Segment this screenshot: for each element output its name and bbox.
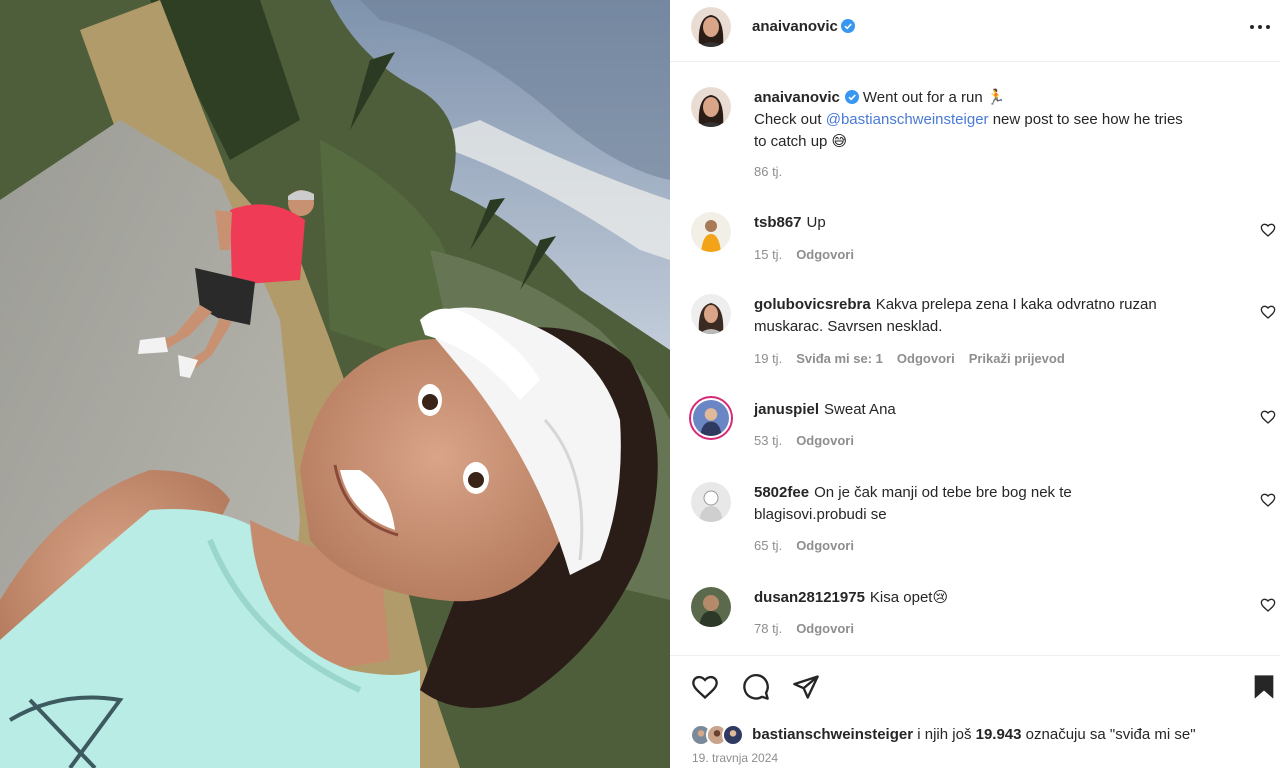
comment-text: Up — [806, 214, 826, 231]
comment-text: Kakva prelepa zena I kaka odvratno ruzan — [875, 296, 1157, 313]
post-side-panel: anaivanovic anaivanovic Went out for a ru… — [670, 0, 1280, 768]
heart-icon[interactable] — [691, 673, 719, 701]
comment-meta: 65 tj. Odgovori — [754, 538, 868, 553]
caption-username[interactable]: anaivanovic — [754, 89, 840, 106]
comment-text: Sweat Ana — [824, 401, 896, 418]
caption-line-3: to catch up 😅 — [754, 133, 848, 150]
comment-like-heart-icon[interactable] — [1260, 492, 1276, 508]
comment-like-heart-icon[interactable] — [1260, 222, 1276, 238]
caption-time: 86 tj. — [754, 164, 783, 179]
post-caption: anaivanovic Went out for a run 🏃 Check ou… — [670, 87, 1280, 187]
comment-icon[interactable] — [742, 673, 770, 701]
comment-item: dusan28121975 Kisa opet😢 78 tj. Odgovori — [670, 587, 1280, 647]
commenter-avatar[interactable] — [691, 294, 731, 334]
post-photo — [0, 0, 670, 768]
comment-text-line-2: blagisovi.probudi se — [754, 506, 887, 523]
comment-time: 53 tj. — [754, 433, 783, 448]
verified-badge-icon — [840, 19, 855, 33]
caption-mention-link[interactable]: @bastianschweinsteiger — [826, 111, 989, 128]
comment-item: 5802fee On je čak manji od tebe bre bog n… — [670, 482, 1280, 562]
comment-meta: 19 tj. Sviđa mi se: 1 Odgovori Prikaži prij… — [754, 351, 1079, 366]
comment-likes-count[interactable]: Sviđa mi se: 1 — [796, 351, 883, 366]
comment-body: 5802fee On je čak manji od tebe bre bog n… — [754, 482, 1254, 526]
reply-button[interactable]: Odgovori — [796, 538, 854, 553]
bookmark-icon[interactable] — [1250, 673, 1278, 701]
likes-middle-text: i njih još — [913, 725, 976, 743]
caption-line-2-suffix: new post to see how he tries — [988, 111, 1183, 128]
comment-username[interactable]: tsb867 — [754, 214, 802, 231]
comment-time: 19 tj. — [754, 351, 783, 366]
comment-body: januspiel Sweat Ana — [754, 399, 1254, 421]
commenter-avatar-story-ring[interactable] — [689, 396, 733, 440]
likes-summary: bastianschweinsteiger i njih još 19.943 … — [690, 724, 1196, 750]
likes-count[interactable]: 19.943 — [976, 726, 1022, 743]
comment-time: 78 tj. — [754, 621, 783, 636]
comment-username[interactable]: dusan28121975 — [754, 589, 865, 606]
translate-button[interactable]: Prikaži prijevod — [969, 351, 1065, 366]
comment-body: tsb867 Up — [754, 212, 1254, 234]
comment-like-heart-icon[interactable] — [1260, 304, 1276, 320]
comment-body: dusan28121975 Kisa opet😢 — [754, 587, 1254, 609]
comment-body: golubovicsrebra Kakva prelepa zena I kaka… — [754, 294, 1254, 338]
post-image — [0, 0, 670, 768]
commenter-avatar[interactable] — [691, 482, 731, 522]
comment-username[interactable]: 5802fee — [754, 484, 809, 501]
reply-button[interactable]: Odgovori — [796, 433, 854, 448]
caption-line-2-prefix: Check out — [754, 111, 826, 128]
liker-username[interactable]: bastianschweinsteiger — [752, 726, 913, 743]
reply-button[interactable]: Odgovori — [796, 621, 854, 636]
caption-text: anaivanovic Went out for a run 🏃 Check ou… — [754, 87, 1254, 153]
send-icon[interactable] — [792, 673, 820, 701]
comment-username[interactable]: golubovicsrebra — [754, 296, 871, 313]
reply-button[interactable]: Odgovori — [796, 247, 854, 262]
comment-item: golubovicsrebra Kakva prelepa zena I kaka… — [670, 294, 1280, 374]
author-avatar[interactable] — [691, 7, 731, 47]
comment-text: Kisa opet😢 — [869, 589, 949, 606]
post-header: anaivanovic — [670, 0, 1280, 62]
commenter-avatar[interactable] — [691, 587, 731, 627]
comment-text-line-2: muskarac. Savrsen nesklad. — [754, 318, 943, 335]
comment-item: januspiel Sweat Ana 53 tj. Odgovori — [670, 396, 1280, 456]
comment-meta: 78 tj. Odgovori — [754, 621, 868, 636]
more-options-icon[interactable] — [1248, 18, 1272, 36]
caption-author-avatar[interactable] — [691, 87, 731, 127]
comment-like-heart-icon[interactable] — [1260, 597, 1276, 613]
comment-time: 65 tj. — [754, 538, 783, 553]
post-date: 19. travnja 2024 — [692, 751, 779, 765]
comment-text: On je čak manji od tebe bre bog nek te — [814, 484, 1072, 501]
caption-meta: 86 tj. — [754, 164, 796, 179]
author-name-row: anaivanovic — [752, 18, 855, 36]
comment-time: 15 tj. — [754, 247, 783, 262]
author-username[interactable]: anaivanovic — [752, 18, 838, 35]
verified-badge-icon — [844, 90, 859, 104]
comment-meta: 15 tj. Odgovori — [754, 247, 868, 262]
comment-meta: 53 tj. Odgovori — [754, 433, 868, 448]
comment-like-heart-icon[interactable] — [1260, 409, 1276, 425]
liker-avatar — [722, 724, 744, 746]
commenter-avatar[interactable] — [691, 212, 731, 252]
comment-item: tsb867 Up 15 tj. Odgovori — [670, 212, 1280, 272]
caption-line-1: Went out for a run 🏃 — [862, 89, 1006, 106]
post-action-bar — [670, 655, 1280, 715]
reply-button[interactable]: Odgovori — [897, 351, 955, 366]
comment-username[interactable]: januspiel — [754, 401, 819, 418]
likes-suffix-text: označuju sa "sviđa mi se" — [1021, 725, 1196, 743]
